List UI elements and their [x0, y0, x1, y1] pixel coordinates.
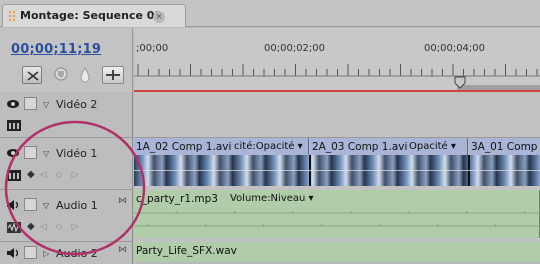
track-lane-video1[interactable]: 1A_02 Comp 1.avi cité:Opacité ▾ 2A_03 Co… — [134, 138, 540, 190]
lock-toggle[interactable] — [24, 146, 37, 159]
speaker-icon[interactable] — [6, 247, 20, 259]
clip-effect-menu[interactable]: Volume:Niveau ▾ — [230, 193, 314, 204]
clip-label: 1A_02 Comp 1.avi — [136, 141, 232, 153]
collapse-triangle-icon[interactable]: ▽ — [43, 201, 49, 210]
waveform-display-icon[interactable] — [7, 222, 21, 233]
audio-clip[interactable]: Party_Life_SFX.wav — [134, 242, 540, 262]
waveform-mark: ⁺ — [523, 210, 527, 218]
waveform-mark: ⁺ — [378, 223, 382, 231]
eye-icon[interactable] — [6, 98, 20, 110]
tab-title: Montage: Sequence 01 — [20, 9, 163, 22]
timeline-controls: 00;00;11;19 — [0, 28, 133, 92]
track-header-audio1: ▽ Audio 1 ⋈ ◆ ◁ ◇ ▷ — [0, 190, 133, 242]
waveform-mark: ⁺ — [349, 210, 353, 218]
ruler-label: ;00;00 — [136, 43, 169, 54]
collapse-triangle-icon[interactable]: ▽ — [43, 100, 49, 109]
show-keyframes-icon[interactable]: ◆ — [27, 221, 35, 232]
sequence-tab[interactable]: Montage: Sequence 01 × — [2, 4, 186, 27]
clip-effect-menu[interactable]: cité:Opacité ▾ — [234, 141, 303, 152]
grip-icon[interactable] — [8, 10, 16, 22]
keyframe-nav[interactable]: ◁ ◇ ▷ — [40, 170, 82, 180]
ruler-ticks — [134, 64, 540, 77]
display-style-icon[interactable] — [7, 170, 21, 181]
time-ruler[interactable]: ;00;00 00;00;02;00 00;00;04;00 — [134, 28, 540, 94]
clip-label: 2A_03 Comp 1.avi — [312, 141, 408, 153]
snap-icon — [27, 71, 39, 81]
display-style-icon[interactable] — [7, 120, 21, 131]
waveform-mark: ⁺ — [204, 223, 208, 231]
track-name: Vidéo 2 — [56, 98, 98, 111]
panel-tab-bar: Montage: Sequence 01 × — [0, 0, 540, 27]
audio-clip[interactable]: c_party_r1.mp3 Volume:Niveau ▾ ⁺ ⁺ ⁺ ⁺ ⁺ ⁺ ⁺ ⁺ ⁺… — [134, 190, 540, 238]
waveform-mark: ⁺ — [262, 223, 266, 231]
sync-icon: ⋈ — [118, 245, 127, 255]
sync-icon: ⋈ — [118, 196, 127, 206]
expand-triangle-icon[interactable]: ▷ — [43, 249, 49, 258]
show-keyframes-icon[interactable]: ◆ — [27, 169, 35, 180]
clip-label: Party_Life_SFX.wav — [136, 245, 237, 257]
waveform-mark: ⁺ — [465, 210, 469, 218]
waveform-mark: ⁺ — [175, 210, 179, 218]
lock-toggle[interactable] — [24, 97, 37, 110]
eye-icon[interactable] — [6, 147, 20, 159]
snap-button[interactable] — [22, 66, 42, 84]
keyframe-nav[interactable]: ◁ ◇ ▷ — [40, 222, 82, 232]
playhead-icon[interactable] — [454, 76, 466, 90]
track-name: Audio 1 — [56, 199, 98, 212]
speaker-icon[interactable] — [6, 199, 20, 211]
clip-label: c_party_r1.mp3 — [136, 193, 218, 205]
ruler-label: 00;00;02;00 — [264, 43, 326, 54]
waveform-mark: ⁺ — [291, 210, 295, 218]
gap-icon — [106, 70, 120, 80]
track-name: Vidéo 1 — [56, 147, 98, 160]
track-lane-audio1[interactable]: c_party_r1.mp3 Volume:Niveau ▾ ⁺ ⁺ ⁺ ⁺ ⁺ ⁺ ⁺ ⁺ ⁺… — [134, 190, 540, 242]
track-header-video2: ▽ Vidéo 2 — [0, 92, 133, 138]
waveform-mark: ⁺ — [146, 223, 150, 231]
marker-icon[interactable] — [54, 67, 68, 81]
current-timecode[interactable]: 00;00;11;19 — [11, 42, 101, 57]
lock-toggle[interactable] — [24, 198, 37, 211]
clip-effect-menu[interactable]: Opacité ▾ — [409, 141, 456, 152]
track-header-video1: ▽ Vidéo 1 ◆ ◁ ◇ ▷ — [0, 138, 133, 190]
opacity-rubberband[interactable] — [134, 170, 540, 171]
collapse-triangle-icon[interactable]: ▽ — [43, 149, 49, 158]
waveform-mark: ⁺ — [494, 223, 498, 231]
track-header-audio2: ▷ Audio 2 ⋈ — [0, 242, 133, 264]
sequence-markers-button[interactable] — [102, 66, 124, 84]
waveform-mark: ⁺ — [436, 223, 440, 231]
track-name: Audio 2 — [56, 247, 98, 260]
waveform-mark: ⁺ — [407, 210, 411, 218]
ruler-label: 00;00;04;00 — [424, 43, 486, 54]
audio-waveform: ⁺ ⁺ ⁺ ⁺ ⁺ ⁺ ⁺ ⁺ ⁺ ⁺ ⁺ ⁺ ⁺ ⁺ — [134, 210, 539, 231]
track-lane-video2[interactable] — [134, 92, 540, 138]
clip-label: 3A_01 Comp 1 — [471, 141, 540, 153]
waveform-mark: ⁺ — [320, 223, 324, 231]
close-icon[interactable]: × — [153, 11, 165, 23]
track-lane-audio2[interactable]: Party_Life_SFX.wav — [134, 242, 540, 264]
keyframe-icon[interactable] — [78, 67, 92, 83]
waveform-mark: ⁺ — [233, 210, 237, 218]
lock-toggle[interactable] — [24, 246, 37, 259]
